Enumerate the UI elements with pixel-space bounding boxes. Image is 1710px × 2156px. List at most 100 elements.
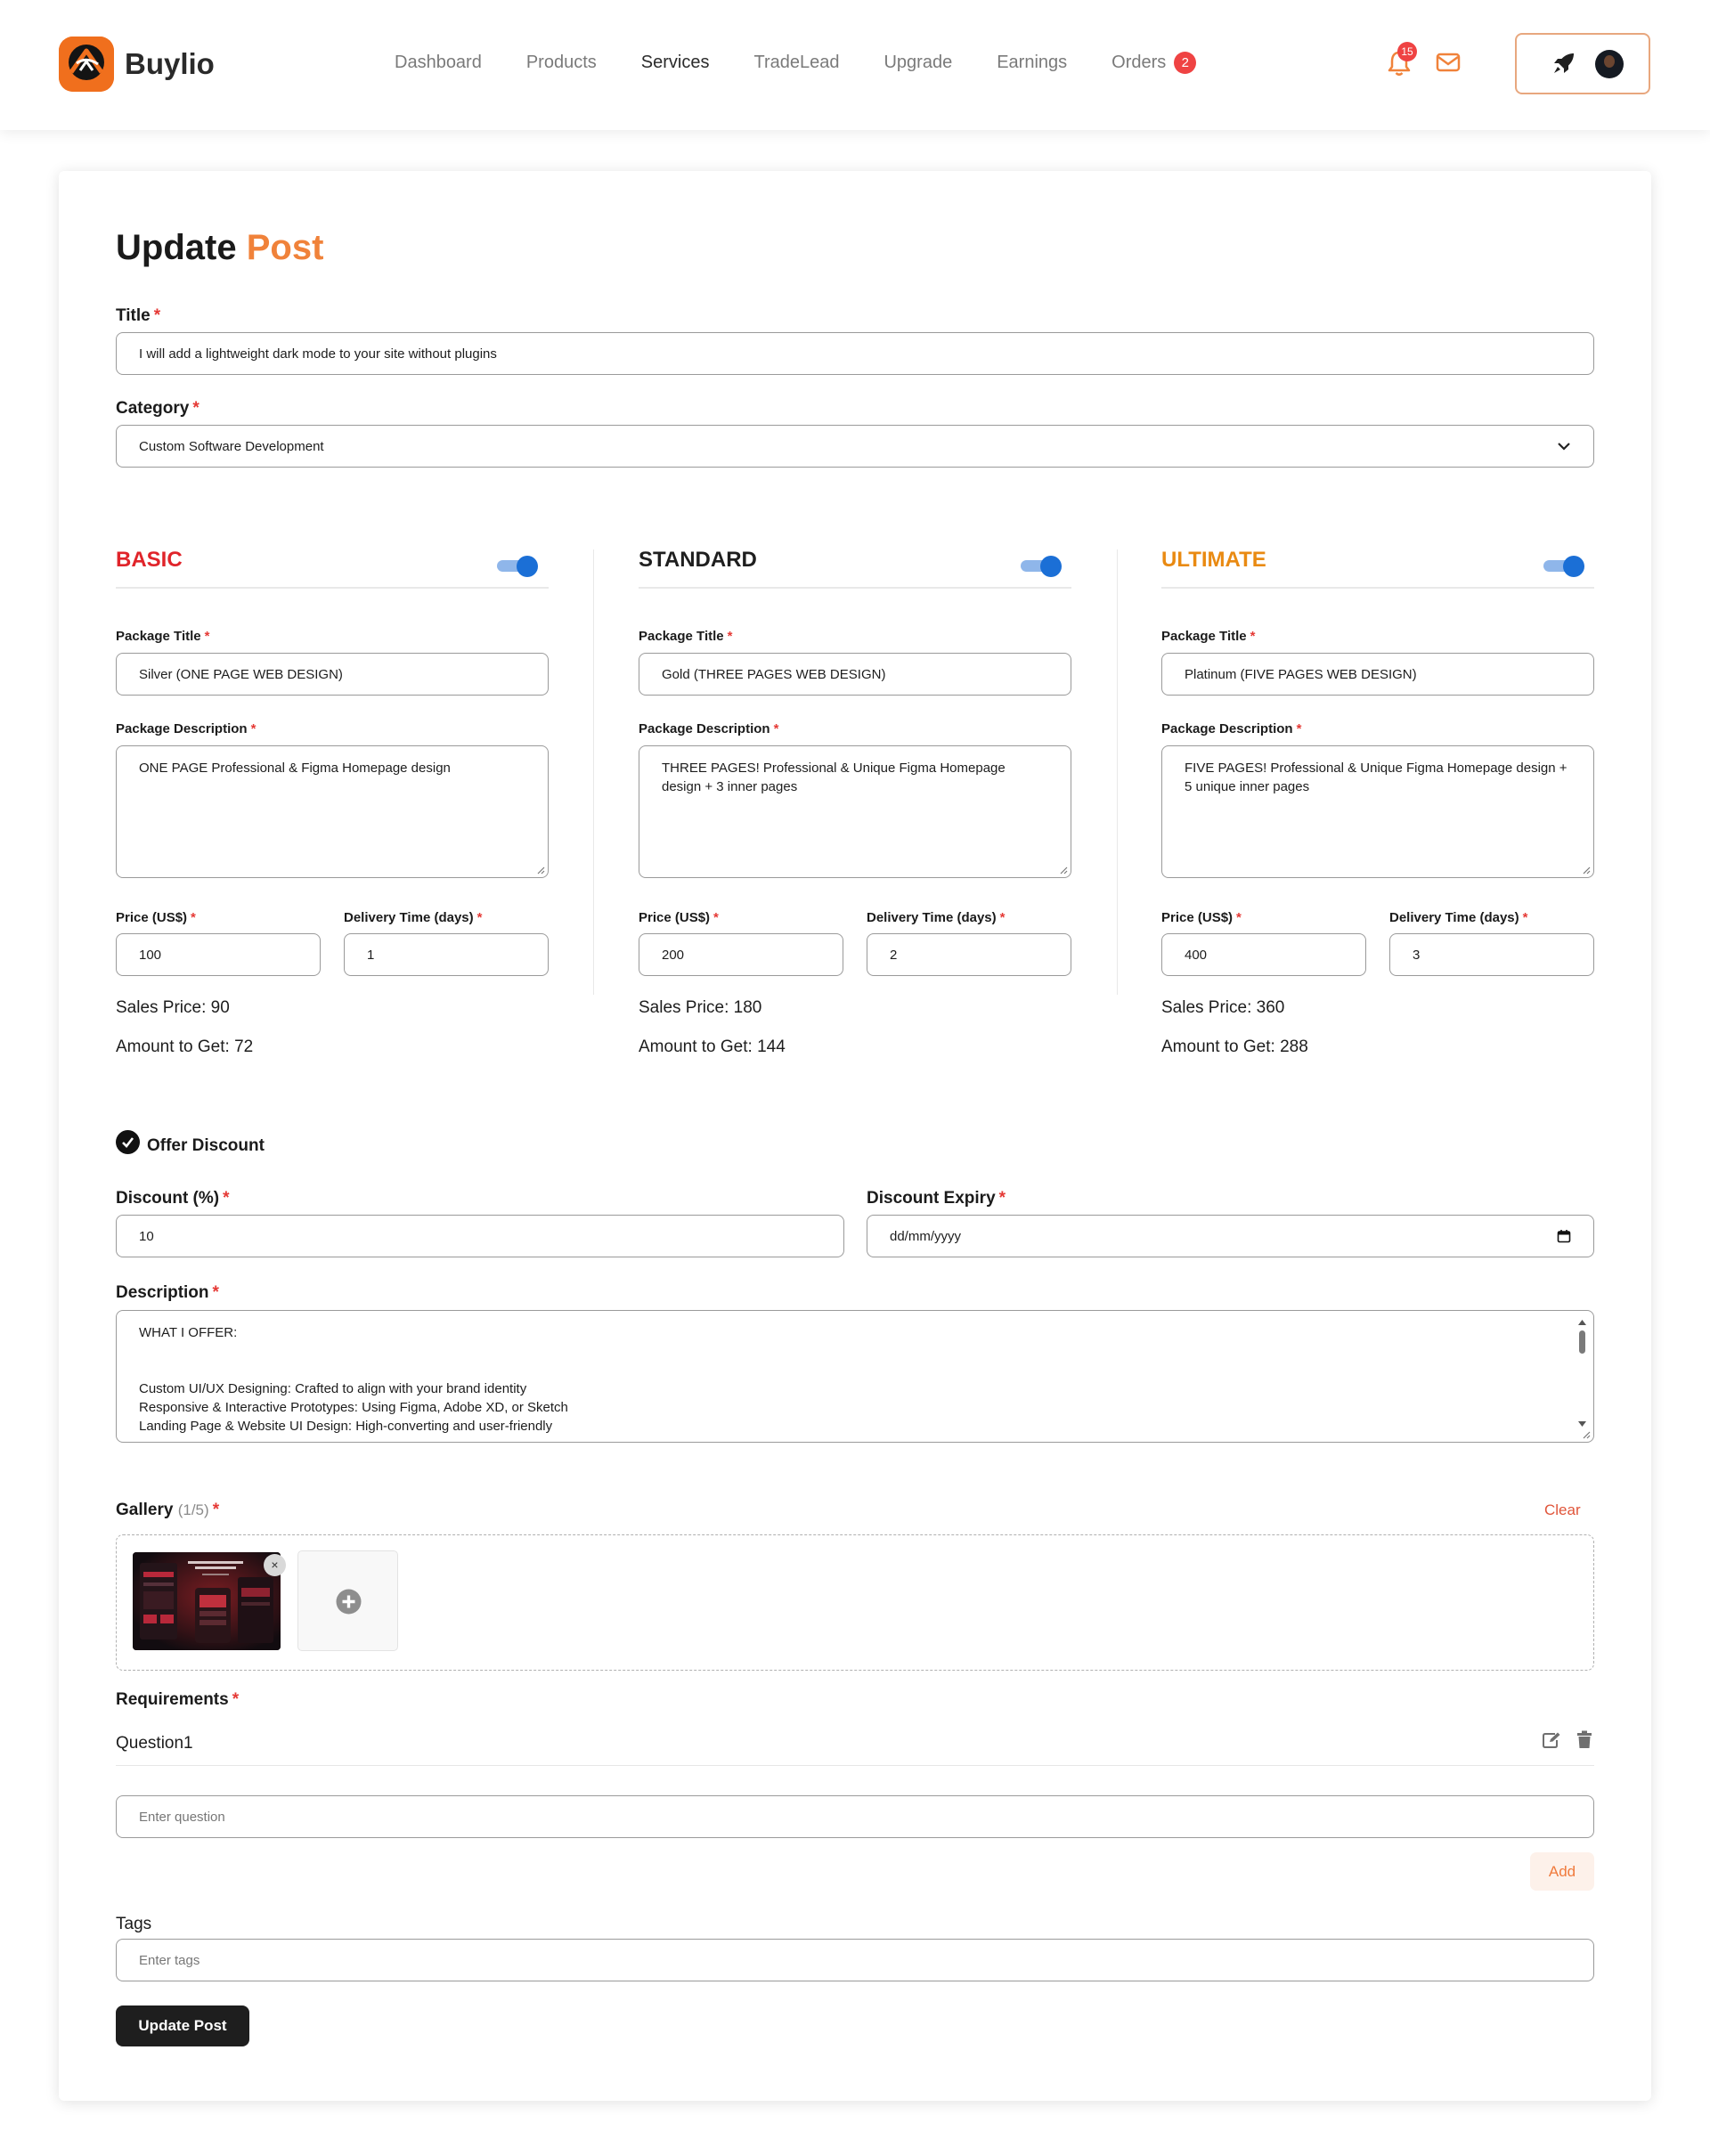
required-mark: * [727,629,733,644]
category-selected: Custom Software Development [139,438,324,454]
package-name-basic: BASIC [116,548,183,572]
discount-input[interactable]: 10 [116,1215,844,1257]
category-label-text: Category [116,399,190,418]
package-description-text: THREE PAGES! Professional & Unique Figma… [662,761,1006,794]
price-input-standard[interactable]: 200 [639,933,843,976]
required-mark: * [1522,910,1528,925]
price-input-ultimate[interactable]: 400 [1161,933,1366,976]
nav-orders[interactable]: Orders 2 [1112,52,1197,74]
sales-price-standard: Sales Price: 180 [639,998,762,1017]
logo-icon [59,37,114,92]
resize-grip-icon[interactable] [1582,1430,1591,1439]
scrollbar[interactable] [1576,1318,1588,1428]
label-text: Gallery [116,1501,174,1519]
description-textarea[interactable]: WHAT I OFFER: Custom UI/UX Designing: Cr… [116,1310,1594,1443]
offer-discount-checkbox[interactable] [116,1130,140,1154]
nav-tradelead[interactable]: TradeLead [753,52,839,74]
package-title-input-standard[interactable]: Gold (THREE PAGES WEB DESIGN) [639,653,1071,696]
label-text: Requirements [116,1690,229,1709]
discount-expiry-input[interactable]: dd/mm/yyyy [867,1215,1594,1257]
page-title-accent: Post [246,228,324,267]
description-label: Description * [116,1283,219,1303]
update-post-button[interactable]: Update Post [116,2005,249,2046]
nav-earnings[interactable]: Earnings [997,52,1067,74]
required-mark: * [1250,629,1256,644]
label-text: Price (US$) [116,910,188,925]
package-description-textarea-standard[interactable]: THREE PAGES! Professional & Unique Figma… [639,745,1071,878]
nav-products[interactable]: Products [526,52,597,74]
label-text: Package Description [639,721,770,736]
label-text: Description [116,1283,209,1302]
calendar-icon[interactable] [1557,1229,1571,1243]
sales-price-ultimate: Sales Price: 360 [1161,998,1285,1017]
profile-menu[interactable] [1515,33,1650,94]
package-toggle-standard[interactable] [1021,556,1063,577]
add-image-button[interactable] [297,1550,398,1651]
price-label: Price (US$) * [639,910,719,925]
question-input[interactable]: Enter question [116,1795,1594,1838]
gallery-thumbnail[interactable] [133,1552,281,1650]
delivery-input-standard[interactable]: 2 [867,933,1071,976]
amount-to-get-basic: Amount to Get: 72 [116,1037,254,1056]
required-mark: * [773,721,779,736]
package-description-textarea-ultimate[interactable]: FIVE PAGES! Professional & Unique Figma … [1161,745,1594,878]
page-title: Update Post [116,228,323,268]
label-text: Delivery Time (days) [344,910,474,925]
requirement-item: Question1 [116,1734,193,1753]
required-mark: * [998,1189,1006,1208]
gallery-clear-link[interactable]: Clear [1544,1501,1581,1519]
resize-grip-icon[interactable] [536,866,545,875]
category-select[interactable]: Custom Software Development [116,425,1594,468]
required-mark: * [1296,721,1302,736]
column-separator [1117,549,1118,995]
nav-services[interactable]: Services [641,52,710,74]
title-label: Title * [116,306,160,326]
close-icon: × [271,1558,279,1572]
nav-dashboard[interactable]: Dashboard [395,52,482,74]
package-divider [639,587,1071,589]
package-toggle-basic[interactable] [497,556,539,577]
required-mark: * [999,910,1006,925]
resize-grip-icon[interactable] [1059,866,1068,875]
avatar[interactable] [1595,50,1624,78]
delivery-input-ultimate[interactable]: 3 [1389,933,1594,976]
title-input[interactable]: I will add a lightweight dark mode to yo… [116,332,1594,375]
required-mark: * [191,910,196,925]
resize-grip-icon[interactable] [1582,866,1591,875]
required-mark: * [232,1690,240,1709]
page-title-main: Update [116,228,237,267]
delivery-input-basic[interactable]: 1 [344,933,549,976]
category-label: Category * [116,399,200,419]
package-divider [1161,587,1594,589]
messages-button[interactable] [1436,52,1461,73]
required-mark: * [1236,910,1242,925]
package-title-input-ultimate[interactable]: Platinum (FIVE PAGES WEB DESIGN) [1161,653,1594,696]
package-title-label: Package Title * [639,629,732,644]
add-question-button[interactable]: Add [1530,1852,1594,1891]
nav-upgrade[interactable]: Upgrade [884,52,952,74]
required-mark: * [204,629,210,644]
label-text: Price (US$) [1161,910,1234,925]
sales-price-basic: Sales Price: 90 [116,998,230,1017]
chevron-down-icon [1558,443,1570,451]
delivery-label: Delivery Time (days) * [344,910,482,925]
description-line [139,1342,1571,1361]
tags-input[interactable]: Enter tags [116,1939,1594,1981]
label-text: Package Description [116,721,248,736]
notifications-button[interactable]: 15 [1387,42,1417,77]
top-navbar: Buylio Dashboard Products Services Trade… [0,0,1710,130]
package-toggle-ultimate[interactable] [1543,556,1585,577]
package-description-textarea-basic[interactable]: ONE PAGE Professional & Figma Homepage d… [116,745,549,878]
edit-icon[interactable] [1542,1731,1561,1749]
remove-image-button[interactable]: × [264,1554,286,1576]
required-mark: * [713,910,719,925]
package-title-input-basic[interactable]: Silver (ONE PAGE WEB DESIGN) [116,653,549,696]
label-text: Price (US$) [639,910,711,925]
requirement-divider [116,1765,1594,1766]
rocket-icon[interactable] [1551,51,1576,76]
price-input-basic[interactable]: 100 [116,933,321,976]
trash-icon[interactable] [1576,1730,1592,1749]
brand-logo[interactable]: Buylio [59,37,215,92]
package-divider [116,587,549,589]
required-mark: * [250,721,256,736]
